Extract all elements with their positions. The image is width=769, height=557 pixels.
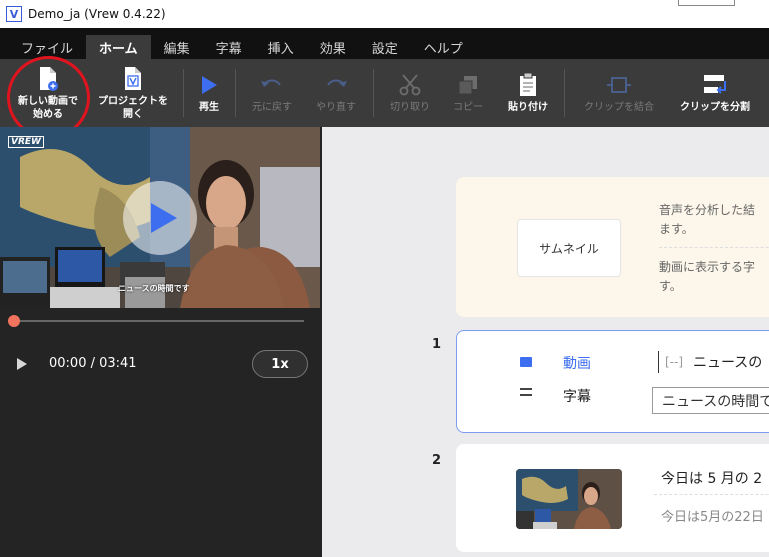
editor-panel: サムネイル 音声を分析した結 ます。 動画に表示する字 す。 1 動画 字幕 [… [322, 127, 769, 557]
title-bar: V Demo_ja (Vrew 0.4.22) [0, 0, 769, 28]
toolbar-separator [564, 69, 565, 117]
window-title: Demo_ja (Vrew 0.4.22) [28, 7, 166, 21]
silence-tag[interactable]: [--] [665, 355, 683, 369]
play-icon[interactable] [16, 357, 28, 371]
video-preview[interactable]: VREW ニュースの時間です [0, 127, 320, 308]
tab-insert[interactable]: 挿入 [255, 35, 307, 59]
vrew-app-window: V Demo_ja (Vrew 0.4.22) ファイル ホーム 編集 字幕 挿… [0, 0, 769, 557]
toolbar: 新しい動画で 始める プロジェクトを 開く 再生 元に戻す やり直す 切り取り … [0, 59, 769, 127]
clip-thumbnail-image [516, 469, 622, 529]
open-project-label: プロジェクトを 開く [98, 95, 168, 120]
clip-card[interactable]: 今日は 5 月の 2 今日は5月の22日 [456, 444, 769, 552]
playback-speed-button[interactable]: 1x [252, 350, 308, 378]
video-track-label: 動画 [563, 356, 591, 372]
split-clip-label: クリップを分割 [680, 102, 750, 113]
undo-icon [259, 72, 285, 98]
redo-icon [323, 72, 349, 98]
paste-label: 貼り付け [508, 102, 548, 113]
tab-settings[interactable]: 設定 [359, 35, 411, 59]
play-icon [200, 72, 218, 98]
open-project-icon [122, 66, 144, 92]
divider [659, 247, 769, 248]
thumbnail-info-text: す。 [659, 279, 682, 293]
split-clip-icon [701, 72, 729, 98]
new-video-button[interactable]: 新しい動画で 始める [10, 59, 86, 127]
vrew-watermark: VREW [8, 136, 44, 148]
clipboard-icon [518, 72, 538, 98]
cut-button[interactable]: 切り取り [382, 59, 438, 127]
tab-help[interactable]: ヘルプ [411, 35, 476, 59]
thumbnail-info-text: ます。 [659, 222, 694, 236]
subtitle-track-label: 字幕 [563, 389, 591, 405]
new-file-icon [37, 66, 59, 92]
tab-effects[interactable]: 効果 [307, 35, 359, 59]
thumbnail-info-text: 動画に表示する字 [659, 260, 756, 274]
play-label: 再生 [199, 102, 219, 113]
text-cursor [658, 351, 659, 373]
merge-clips-icon [605, 72, 633, 98]
clip-number: 2 [432, 453, 442, 468]
undo-label: 元に戻す [252, 102, 292, 113]
video-caption: ニュースの時間です [118, 284, 190, 293]
thumbnail-button[interactable]: サムネイル [517, 219, 621, 277]
play-icon [151, 203, 177, 233]
clip-word[interactable]: 今日は 5 月の 2 [661, 468, 762, 488]
paste-button[interactable]: 貼り付け [500, 59, 556, 127]
open-project-button[interactable]: プロジェクトを 開く [93, 59, 173, 127]
play-button[interactable]: 再生 [189, 59, 229, 127]
clip-thumbnail[interactable] [516, 469, 622, 529]
copy-label: コピー [453, 102, 483, 113]
copy-button[interactable]: コピー [444, 59, 492, 127]
playback-time: 00:00 / 03:41 [49, 356, 137, 371]
subtitle-input[interactable]: ニュースの時間で [652, 387, 769, 414]
subtitle-icon [520, 388, 532, 396]
clip-word[interactable]: ニュースの [693, 352, 762, 372]
toolbar-separator [183, 69, 184, 117]
tab-subtitles[interactable]: 字幕 [203, 35, 255, 59]
tab-home[interactable]: ホーム [86, 35, 151, 59]
seek-handle[interactable] [8, 315, 20, 327]
divider [654, 494, 769, 495]
menu-bar: ファイル ホーム 編集 字幕 挿入 効果 設定 ヘルプ [0, 28, 769, 59]
clip-card[interactable]: 動画 字幕 [--] ニュースの ニュースの時間で [456, 330, 769, 433]
tab-edit[interactable]: 編集 [151, 35, 203, 59]
merge-clips-button[interactable]: クリップを結合 [574, 59, 664, 127]
window-control-button[interactable] [678, 0, 735, 6]
clip-number: 1 [432, 337, 442, 352]
toolbar-separator [235, 69, 236, 117]
copy-icon [457, 72, 479, 98]
toolbar-separator [373, 69, 374, 117]
merge-clips-label: クリップを結合 [584, 102, 654, 113]
new-video-label: 新しい動画で 始める [18, 95, 78, 120]
thumbnail-info-text: 音声を分析した結 [659, 203, 756, 217]
seek-bar[interactable] [14, 320, 304, 322]
player-panel: VREW ニュースの時間です 00:00 / 03:41 1x [0, 127, 322, 557]
tab-file[interactable]: ファイル [8, 35, 86, 59]
subtitle-text[interactable]: 今日は5月の22日 [661, 506, 764, 525]
redo-button[interactable]: やり直す [306, 59, 366, 127]
vrew-app-icon: V [6, 6, 22, 22]
thumbnail-card: サムネイル 音声を分析した結 ます。 動画に表示する字 す。 [456, 177, 769, 317]
video-clip-icon [520, 357, 532, 367]
undo-button[interactable]: 元に戻す [244, 59, 300, 127]
split-clip-button[interactable]: クリップを分割 [670, 59, 760, 127]
video-play-overlay-button[interactable] [123, 181, 197, 255]
scissors-icon [398, 72, 422, 98]
redo-label: やり直す [316, 102, 356, 113]
cut-label: 切り取り [390, 102, 430, 113]
